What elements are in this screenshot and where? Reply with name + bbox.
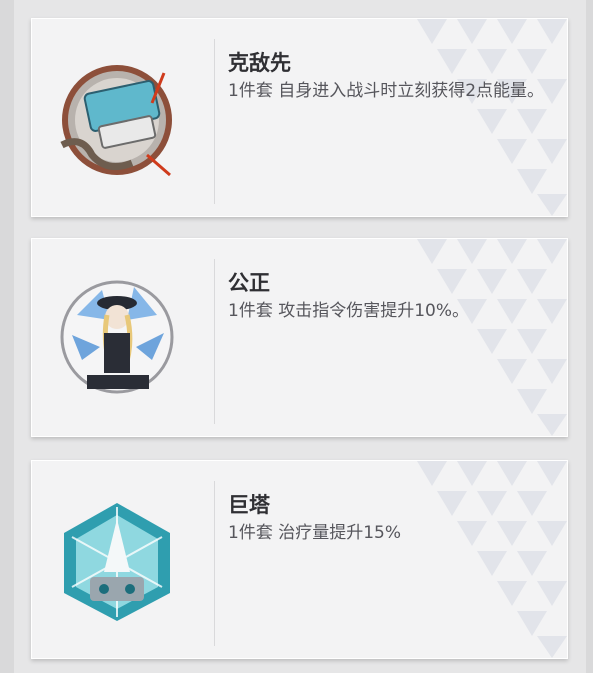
card-justice[interactable]: 公正 1件套 攻击指令伤害提升10%。 xyxy=(31,238,568,437)
chained-emblem-icon xyxy=(60,65,172,177)
card-title: 巨塔 xyxy=(228,493,270,517)
crystal-tower-icon xyxy=(64,503,170,621)
card-title: 克敌先 xyxy=(228,51,291,75)
card-description: 1件套 治疗量提升15% xyxy=(228,523,402,543)
card-divider xyxy=(214,39,215,204)
card-title: 公正 xyxy=(228,271,270,295)
triangle-pattern-decoration xyxy=(417,19,567,216)
triangle-pattern-decoration xyxy=(417,239,567,436)
card-divider xyxy=(214,481,215,646)
card-description: 1件套 自身进入战斗时立刻获得2点能量。 xyxy=(228,81,545,101)
card-description: 1件套 攻击指令伤害提升10%。 xyxy=(228,301,470,321)
officer-portrait-icon xyxy=(60,280,174,394)
triangle-pattern-decoration xyxy=(417,461,567,658)
card-divider xyxy=(214,259,215,424)
card-giant-tower[interactable]: 巨塔 1件套 治疗量提升15% xyxy=(31,460,568,659)
card-klergy[interactable]: 克敌先 1件套 自身进入战斗时立刻获得2点能量。 xyxy=(31,18,568,217)
